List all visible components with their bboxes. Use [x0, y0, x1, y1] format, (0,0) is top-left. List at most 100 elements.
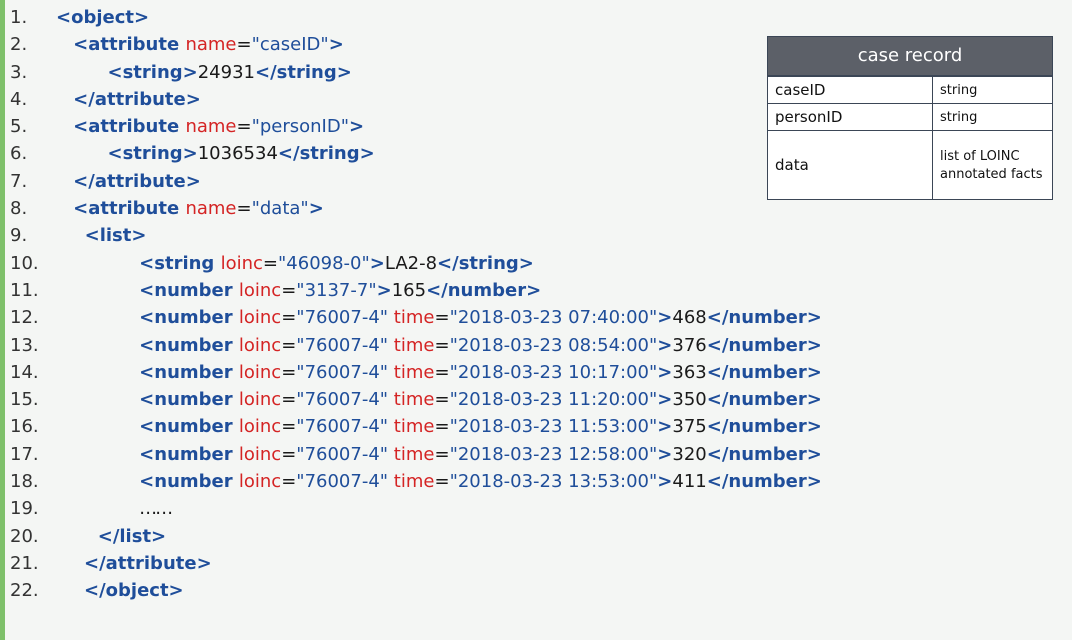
code-token-tag: <number	[139, 334, 239, 356]
code-line: 20. </list>	[10, 523, 1068, 550]
code-token-str: "2018-03-23 11:20:00"	[449, 389, 658, 411]
code-token-str: "2018-03-23 10:17:00"	[449, 361, 658, 383]
code-token-tag: <number	[139, 279, 239, 301]
code-token-attr: loinc	[238, 471, 282, 493]
record-row: caseID string	[768, 76, 1052, 104]
code-token-text: 468	[672, 307, 707, 329]
code-token-text: =	[281, 443, 297, 465]
line-number: 22.	[10, 580, 39, 602]
code-token-tag: </attribute>	[73, 170, 201, 192]
code-token-tag: </attribute>	[84, 552, 212, 574]
code-token-text: =	[236, 198, 252, 220]
record-row: data list of LOINC annotated facts	[768, 130, 1052, 199]
line-number: 4.	[10, 88, 28, 110]
code-token-tag: <number	[139, 416, 239, 438]
code-line: 16. <number loinc="76007-4" time="2018-0…	[10, 413, 1068, 440]
code-token-text: =	[236, 116, 252, 138]
code-token-text: 165	[391, 279, 427, 301]
code-token-text: =	[281, 361, 297, 383]
line-number: 7.	[10, 170, 28, 192]
code-token-attr: loinc	[238, 416, 282, 438]
code-token-str: "76007-4"	[296, 389, 394, 411]
code-token-text: =	[434, 334, 450, 356]
code-token-tag: <attribute	[73, 198, 186, 220]
line-number: 6.	[10, 143, 28, 165]
code-token-tag: >	[657, 471, 673, 493]
code-token-tag: </string>	[277, 143, 375, 165]
code-line: 9. <list>	[10, 222, 1068, 249]
code-token-text: 1036534	[197, 143, 278, 165]
code-token-str: "3137-7"	[296, 279, 377, 301]
code-token-str: "2018-03-23 12:58:00"	[449, 443, 658, 465]
code-token-tag: </list>	[97, 525, 167, 547]
gutter-bar	[0, 0, 5, 640]
code-token-attr: time	[393, 334, 435, 356]
code-token-text: 376	[672, 334, 707, 356]
line-number: 11.	[10, 279, 39, 301]
case-record-table: case record caseID string personID strin…	[767, 36, 1053, 200]
code-token-str: "76007-4"	[296, 334, 394, 356]
code-token-str: "2018-03-23 13:53:00"	[449, 471, 658, 493]
code-token-tag: >	[369, 252, 385, 274]
code-token-attr: name	[185, 34, 237, 56]
code-token-attr: loinc	[238, 389, 282, 411]
code-token-text: =	[434, 389, 450, 411]
code-line: 17. <number loinc="76007-4" time="2018-0…	[10, 441, 1068, 468]
code-line: 15. <number loinc="76007-4" time="2018-0…	[10, 386, 1068, 413]
code-token-attr: time	[393, 307, 435, 329]
code-line: 21. </attribute>	[10, 550, 1068, 577]
code-line: 13. <number loinc="76007-4" time="2018-0…	[10, 332, 1068, 359]
line-number: 3.	[10, 61, 28, 83]
code-token-tag: >	[376, 279, 392, 301]
code-token-text: 24931	[197, 61, 255, 83]
field-type: string	[932, 103, 1052, 131]
code-token-tag: </number>	[706, 307, 822, 329]
case-record-fields: caseID string personID string data list …	[768, 76, 1052, 199]
code-token-attr: loinc	[238, 279, 282, 301]
code-token-tag: </number>	[706, 416, 822, 438]
code-token-attr: loinc	[220, 252, 263, 274]
line-number: 19.	[10, 498, 39, 520]
line-number: 12.	[10, 307, 39, 329]
code-line: 19. ……	[10, 495, 1068, 522]
code-token-str: "data"	[251, 198, 309, 220]
line-number: 2.	[10, 34, 28, 56]
code-token-tag: <object>	[56, 7, 150, 28]
code-token-str: "76007-4"	[296, 471, 394, 493]
code-token-tag: </object>	[84, 580, 184, 602]
code-token-text: LA2-8	[384, 252, 438, 274]
code-token-tag: >	[328, 34, 344, 56]
code-token-attr: time	[393, 389, 435, 411]
code-token-attr: loinc	[238, 307, 282, 329]
line-number: 5.	[10, 116, 28, 138]
code-token-attr: loinc	[238, 443, 282, 465]
code-token-attr: time	[393, 361, 435, 383]
line-number: 21.	[10, 552, 39, 574]
code-token-str: "caseID"	[251, 34, 329, 56]
code-token-text: =	[281, 416, 297, 438]
code-token-tag: >	[657, 361, 673, 383]
code-token-str: "2018-03-23 07:40:00"	[449, 307, 658, 329]
code-token-text: 411	[672, 471, 707, 493]
code-token-tag: </number>	[706, 443, 822, 465]
code-token-tag: >	[657, 334, 673, 356]
code-token-str: "2018-03-23 11:53:00"	[449, 416, 658, 438]
code-token-text: =	[434, 361, 450, 383]
code-token-tag: <attribute	[73, 34, 186, 56]
code-token-tag: </number>	[706, 471, 822, 493]
code-token-tag: >	[308, 198, 324, 220]
code-token-tag: <attribute	[73, 116, 186, 138]
field-type: string	[932, 76, 1052, 104]
code-line: 11. <number loinc="3137-7">165</number>	[10, 277, 1068, 304]
field-name: personID	[768, 103, 933, 131]
code-token-tag: <string	[139, 252, 221, 274]
